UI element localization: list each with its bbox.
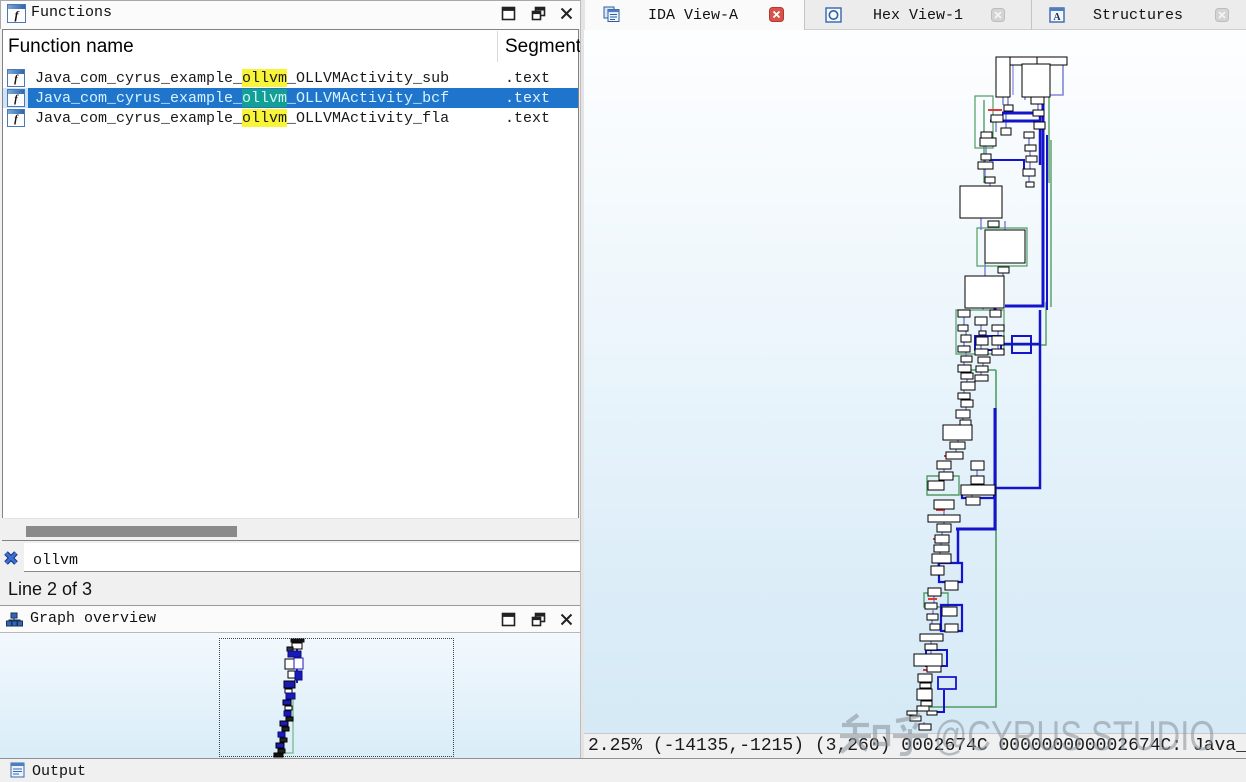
svg-text:A: A [1053, 12, 1061, 23]
